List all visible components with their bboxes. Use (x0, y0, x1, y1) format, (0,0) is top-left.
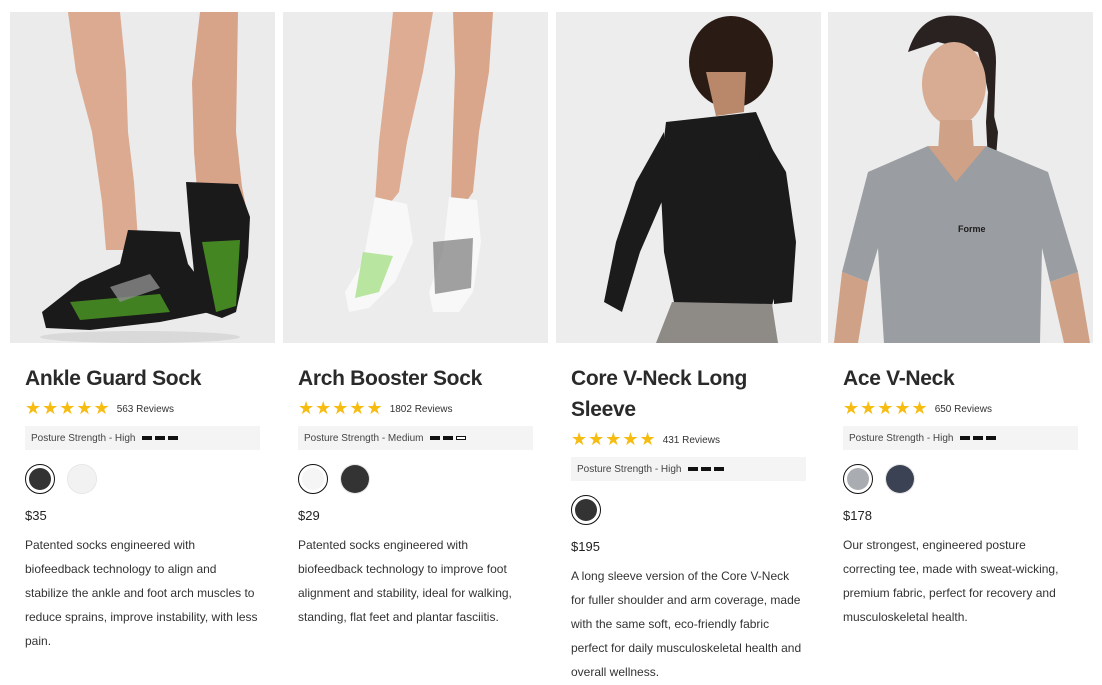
posture-strength-bars (141, 436, 178, 440)
review-count[interactable]: 650 Reviews (935, 404, 992, 415)
strength-bar-filled (141, 436, 152, 440)
product-card-ankle-guard-sock[interactable]: Ankle Guard Sock ★★★★★ 563 Reviews Postu… (10, 12, 275, 653)
strength-bar-filled (985, 436, 996, 440)
product-price: $178 (843, 508, 872, 523)
posture-strength-label: Posture Strength - Medium (304, 432, 424, 444)
product-photo: Forme (828, 12, 1093, 343)
strength-bar-filled (972, 436, 983, 440)
star-rating-icon: ★★★★★ (25, 398, 111, 419)
product-card-ace-v-neck[interactable]: Forme Ace V-Neck ★★★★★ 650 Reviews Postu… (828, 12, 1093, 629)
product-rating[interactable]: ★★★★★ 1802 Reviews (298, 397, 533, 421)
posture-strength-bars (959, 436, 996, 440)
posture-strength-label: Posture Strength - High (577, 463, 682, 475)
product-rating[interactable]: ★★★★★ 563 Reviews (25, 397, 260, 421)
product-card-arch-booster-sock[interactable]: Arch Booster Sock ★★★★★ 1802 Reviews Pos… (283, 12, 548, 629)
product-title[interactable]: Ace V-Neck (843, 363, 1078, 394)
review-count[interactable]: 431 Reviews (663, 435, 720, 446)
product-image-ankle-guard-sock[interactable] (10, 12, 275, 343)
strength-bar-filled (959, 436, 970, 440)
product-price: $29 (298, 508, 320, 523)
product-image-ace-v-neck[interactable]: Forme (828, 12, 1093, 343)
product-card-core-v-neck-long-sleeve[interactable]: Core V-Neck Long Sleeve ★★★★★ 431 Review… (556, 12, 821, 684)
product-photo (10, 12, 275, 343)
posture-strength-indicator: Posture Strength - Medium (298, 426, 533, 450)
strength-bar-filled (154, 436, 165, 440)
color-swatch-white[interactable] (298, 464, 328, 494)
color-swatch-navy[interactable] (885, 464, 915, 494)
color-swatch-black[interactable] (571, 495, 601, 525)
posture-strength-indicator: Posture Strength - High (571, 457, 806, 481)
product-image-core-v-neck-long-sleeve[interactable] (556, 12, 821, 343)
posture-strength-indicator: Posture Strength - High (25, 426, 260, 450)
star-rating-icon: ★★★★★ (571, 429, 657, 450)
strength-bar-empty (455, 436, 466, 440)
strength-bar-filled (442, 436, 453, 440)
strength-bar-filled (167, 436, 178, 440)
star-rating-icon: ★★★★★ (843, 398, 929, 419)
product-price: $195 (571, 539, 600, 554)
strength-bar-filled (700, 467, 711, 471)
strength-bar-filled (713, 467, 724, 471)
posture-strength-label: Posture Strength - High (31, 432, 136, 444)
product-title[interactable]: Ankle Guard Sock (25, 363, 260, 394)
color-swatch-black[interactable] (340, 464, 370, 494)
color-swatch-heather-grey[interactable] (843, 464, 873, 494)
strength-bar-filled (687, 467, 698, 471)
color-swatches (843, 463, 1078, 495)
color-swatches (298, 463, 533, 495)
svg-text:Forme: Forme (958, 224, 986, 234)
product-photo (556, 12, 821, 343)
color-swatch-black[interactable] (25, 464, 55, 494)
posture-strength-bars (429, 436, 466, 440)
review-count[interactable]: 563 Reviews (117, 404, 174, 415)
review-count[interactable]: 1802 Reviews (390, 404, 453, 415)
color-swatches (25, 463, 260, 495)
product-description: Patented socks engineered with biofeedba… (298, 538, 512, 624)
product-title[interactable]: Arch Booster Sock (298, 363, 533, 394)
strength-bar-filled (429, 436, 440, 440)
star-rating-icon: ★★★★★ (298, 398, 384, 419)
posture-strength-label: Posture Strength - High (849, 432, 954, 444)
product-description: Patented socks engineered with biofeedba… (25, 538, 258, 648)
posture-strength-indicator: Posture Strength - High (843, 426, 1078, 450)
product-price: $35 (25, 508, 47, 523)
product-description: A long sleeve version of the Core V-Neck… (571, 569, 802, 679)
product-photo (283, 12, 548, 343)
product-title[interactable]: Core V-Neck Long Sleeve (571, 363, 806, 425)
product-image-arch-booster-sock[interactable] (283, 12, 548, 343)
color-swatches (571, 494, 806, 526)
posture-strength-bars (687, 467, 724, 471)
product-rating[interactable]: ★★★★★ 650 Reviews (843, 397, 1078, 421)
product-rating[interactable]: ★★★★★ 431 Reviews (571, 428, 806, 452)
color-swatch-white[interactable] (67, 464, 97, 494)
product-description: Our strongest, engineered posture correc… (843, 538, 1059, 624)
